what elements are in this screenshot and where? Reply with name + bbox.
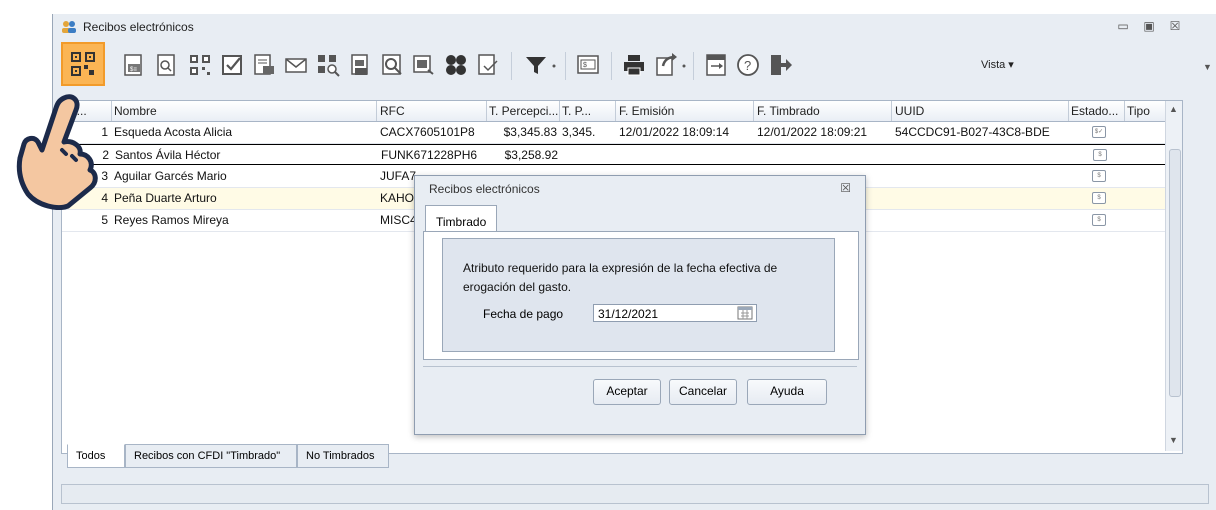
row-rfc: FUNK671228PH6 (381, 148, 478, 162)
row-num: 5 (101, 213, 108, 227)
row-tpercep: $3,345.83 (503, 125, 557, 139)
status-bar (61, 484, 1209, 504)
dialog-close-button[interactable]: ☒ (840, 181, 851, 195)
row-femision: 12/01/2022 18:09:14 (619, 125, 730, 139)
qr-code-icon[interactable] (185, 50, 215, 80)
groups-icon[interactable] (441, 50, 471, 80)
svg-text:$≡: $≡ (130, 67, 137, 73)
recibo-search-icon[interactable] (377, 50, 407, 80)
close-button[interactable]: ☒ (1167, 19, 1183, 33)
row-nombre: Aguilar Garcés Mario (114, 169, 227, 183)
fecha-pago-label: Fecha de pago (483, 307, 564, 321)
toolbar-separator (511, 52, 512, 80)
tab-timbrados[interactable]: Recibos con CFDI "Timbrado" (125, 444, 297, 468)
col-header-tp[interactable]: T. P... (562, 104, 592, 118)
timbrado-dialog: Recibos electrónicos ☒ Timbrado Atributo… (414, 175, 866, 435)
help-button[interactable]: Ayuda (747, 379, 827, 405)
row-tp: 3,345. (562, 125, 596, 139)
email-icon[interactable] (281, 50, 311, 80)
row-nombre: Esqueda Acosta Alicia (114, 125, 233, 139)
row-rfc: CACX7605101P8 (380, 125, 475, 139)
cancel-button[interactable]: Cancelar (669, 379, 737, 405)
vista-menu[interactable]: Vista ▾ (981, 58, 1014, 71)
table-row[interactable]: 1 Esqueda Acosta Alicia CACX7605101P8 $3… (62, 122, 1182, 144)
doc-move-icon[interactable] (701, 50, 731, 80)
row-ftimbrado: 12/01/2022 18:09:21 (757, 125, 868, 139)
minimize-button[interactable]: ▭ (1115, 19, 1131, 33)
fecha-group: Atributo requerido para la expresión de … (442, 238, 835, 352)
window-title: Recibos electrónicos (83, 20, 194, 34)
toolbar: $≡ $ ? Vista ▾ ▼ (53, 40, 1216, 98)
help-icon[interactable]: ? (733, 50, 763, 80)
exit-icon[interactable] (765, 50, 795, 80)
toolbar-overflow-icon[interactable]: ▼ (1203, 62, 1212, 72)
row-nombre: Peña Duarte Arturo (114, 191, 217, 205)
estado-pendiente-icon: $ (1092, 170, 1106, 182)
scroll-thumb[interactable] (1169, 149, 1181, 397)
col-header-tpercep[interactable]: T. Percepci... (489, 104, 559, 118)
users-icon (62, 21, 76, 33)
export-dropdown-icon[interactable] (677, 50, 691, 80)
toolbar-separator (565, 52, 566, 80)
tab-no-timbrados[interactable]: No Timbrados (297, 444, 389, 468)
dialog-description: Atributo requerido para la expresión de … (463, 261, 778, 294)
col-header-uuid[interactable]: UUID (895, 104, 1065, 118)
preview-icon[interactable] (151, 50, 181, 80)
estado-pendiente-icon: $ (1092, 214, 1106, 226)
col-header-femision[interactable]: F. Emisión (619, 104, 749, 118)
filter-dropdown-icon[interactable] (547, 50, 561, 80)
row-nombre: Santos Ávila Héctor (115, 148, 221, 162)
estado-timbrado-icon: $✓ (1092, 126, 1106, 138)
toolbar-separator (693, 52, 694, 80)
col-header-tipo[interactable]: Tipo (1127, 104, 1167, 118)
title-bar: Recibos electrónicos ▭ ▣ ☒ (53, 14, 1216, 40)
row-nombre: Reyes Ramos Mireya (114, 213, 229, 227)
tab-todos[interactable]: Todos (67, 444, 125, 468)
calendar-icon[interactable] (737, 305, 753, 320)
pointer-hand-icon (16, 94, 98, 210)
qr-timbrar-icon[interactable] (61, 42, 105, 86)
svg-text:$: $ (583, 62, 587, 69)
recibo-print-icon[interactable] (345, 50, 375, 80)
col-header-rfc[interactable]: RFC (380, 104, 484, 118)
dialog-panel: Atributo requerido para la expresión de … (423, 231, 859, 360)
check-icon[interactable] (217, 50, 247, 80)
recibo-pay-icon[interactable]: $ (573, 50, 603, 80)
table-row[interactable]: 2 Santos Ávila Héctor FUNK671228PH6 $3,2… (62, 144, 1182, 165)
row-tpercep: $3,258.92 (504, 148, 558, 162)
estado-pendiente-icon: $ (1093, 149, 1107, 161)
col-header-estado[interactable]: Estado... (1071, 104, 1125, 118)
col-header-ftimbrado[interactable]: F. Timbrado (757, 104, 887, 118)
recibo-icon[interactable]: $≡ (119, 50, 149, 80)
scroll-up-icon[interactable]: ▲ (1169, 104, 1178, 114)
maximize-button[interactable]: ▣ (1141, 19, 1157, 33)
col-header-nombre[interactable]: Nombre (114, 104, 374, 118)
estado-pendiente-icon: $ (1092, 192, 1106, 204)
recibo-export-icon[interactable] (409, 50, 439, 80)
grid-header: N... Nombre RFC T. Percepci... T. P... F… (62, 101, 1182, 122)
tab-timbrado[interactable]: Timbrado (425, 205, 497, 231)
cancel-doc-icon[interactable] (473, 50, 503, 80)
print-recibo-icon[interactable] (249, 50, 279, 80)
vertical-scrollbar[interactable]: ▲ ▼ (1165, 101, 1182, 451)
dialog-button-bar: Aceptar Cancelar Ayuda (423, 366, 857, 427)
fecha-pago-input[interactable]: 31/12/2021 (593, 304, 757, 322)
accept-button[interactable]: Aceptar (593, 379, 661, 405)
printer-icon[interactable] (619, 50, 649, 80)
svg-text:?: ? (744, 58, 751, 73)
toolbar-separator (611, 52, 612, 80)
row-uuid: 54CCDC91-B027-43C8-BDE (895, 125, 1050, 139)
qr-search-icon[interactable] (313, 50, 343, 80)
bottom-tabs: Todos Recibos con CFDI "Timbrado" No Tim… (61, 444, 1181, 470)
dialog-title: Recibos electrónicos (429, 182, 540, 196)
